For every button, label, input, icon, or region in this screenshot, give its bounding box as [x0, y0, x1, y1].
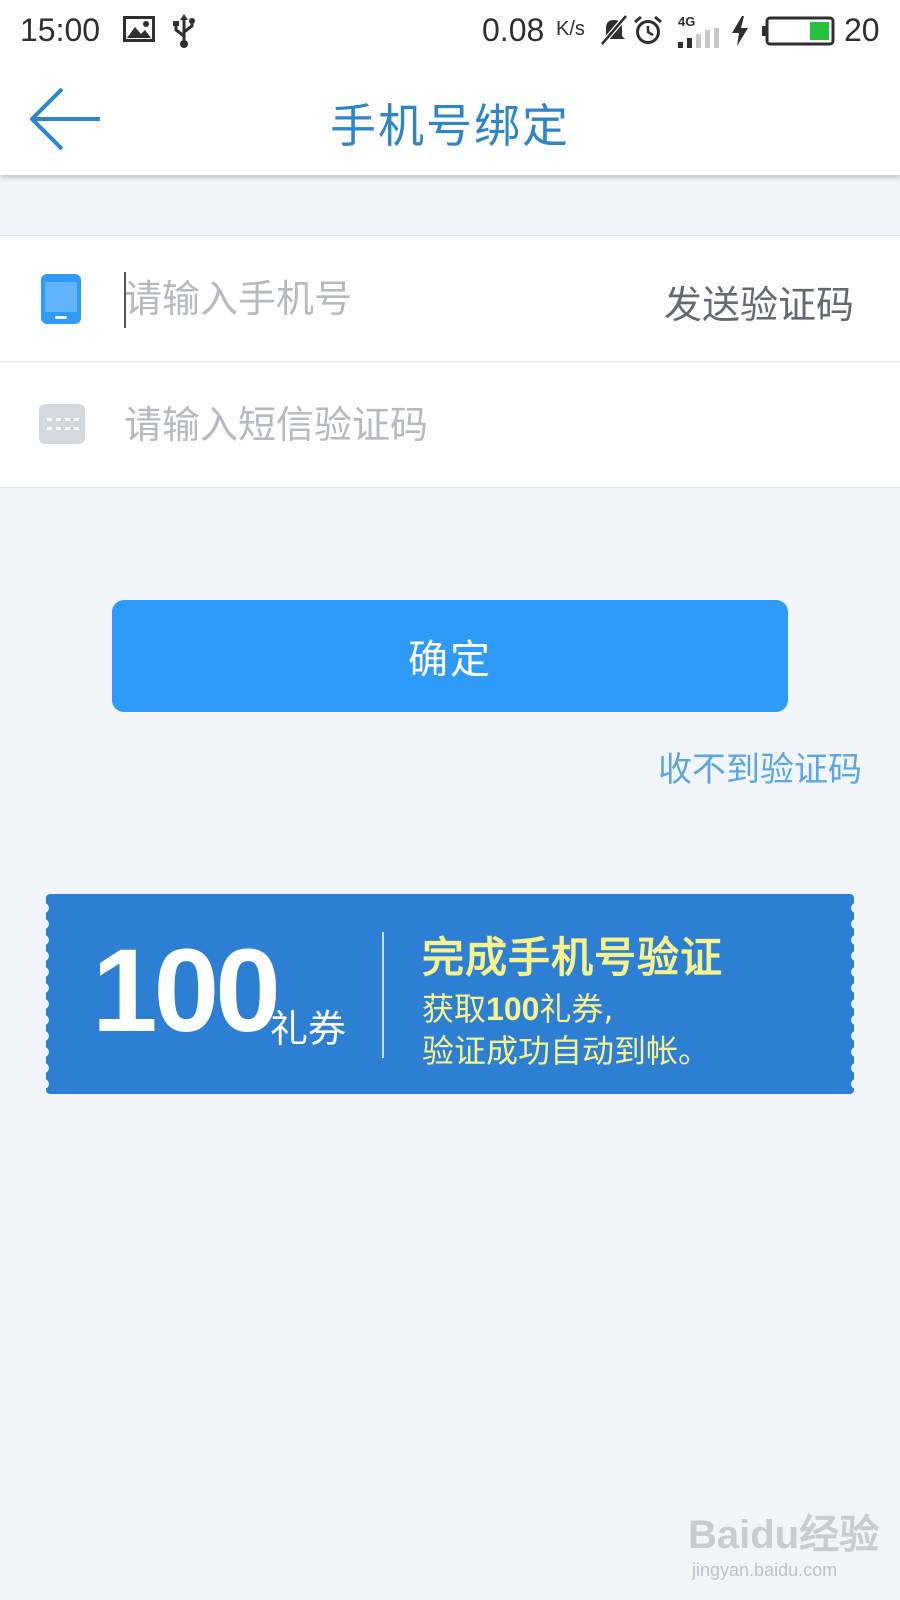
phone-icon — [41, 274, 81, 324]
coupon-desc-line1: 获取100礼券, — [422, 984, 614, 1030]
phone-input[interactable] — [124, 268, 644, 330]
status-time: 15:00 — [20, 12, 101, 48]
battery-icon — [762, 16, 835, 46]
battery-level: 20 — [844, 12, 880, 48]
alarm-icon — [634, 15, 662, 44]
image-icon — [123, 16, 155, 42]
coupon-desc-prefix: 获取 — [422, 990, 487, 1028]
coupon-amount: 100 — [92, 925, 281, 1057]
coupon-divider — [382, 932, 384, 1058]
coupon-title: 完成手机号验证 — [422, 933, 724, 982]
watermark-logo: Baidu经验 — [688, 1513, 880, 1557]
confirm-button[interactable]: 确定 — [112, 600, 788, 712]
text-cursor — [124, 272, 126, 328]
app-bar: 手机号绑定 — [0, 62, 900, 175]
usb-icon — [173, 14, 195, 48]
watermark-url: jingyan.baidu.com — [692, 1560, 838, 1580]
network-type: 4G — [678, 14, 696, 29]
signal-icon — [678, 28, 719, 48]
no-code-link[interactable]: 收不到验证码 — [658, 742, 862, 791]
coupon-unit: 礼券 — [270, 1007, 347, 1051]
coupon-desc-line2: 验证成功自动到帐。 — [422, 1032, 711, 1070]
phone-row: 发送验证码 — [0, 236, 900, 362]
send-code-button[interactable]: 发送验证码 — [664, 274, 854, 329]
sms-code-row — [0, 362, 900, 488]
status-bar: 15:00 0.08 K/s 4G 20 — [0, 0, 900, 62]
coupon-banner: 100 礼券 完成手机号验证 获取100礼券, 验证成功自动到帐。 — [42, 894, 858, 1094]
binding-form: 发送验证码 — [0, 235, 900, 488]
mute-icon — [600, 14, 628, 46]
coupon-desc-amount: 100 — [486, 991, 540, 1027]
sms-code-input[interactable] — [124, 394, 644, 456]
watermark: Baidu经验 jingyan.baidu.com — [688, 1502, 879, 1581]
keyboard-icon — [39, 404, 85, 444]
coupon-desc-suffix: 礼券, — [539, 990, 614, 1028]
speed-unit: K/s — [556, 18, 585, 40]
network-speed: 0.08 — [482, 12, 545, 48]
page-title: 手机号绑定 — [330, 99, 570, 153]
charging-icon — [732, 16, 748, 46]
